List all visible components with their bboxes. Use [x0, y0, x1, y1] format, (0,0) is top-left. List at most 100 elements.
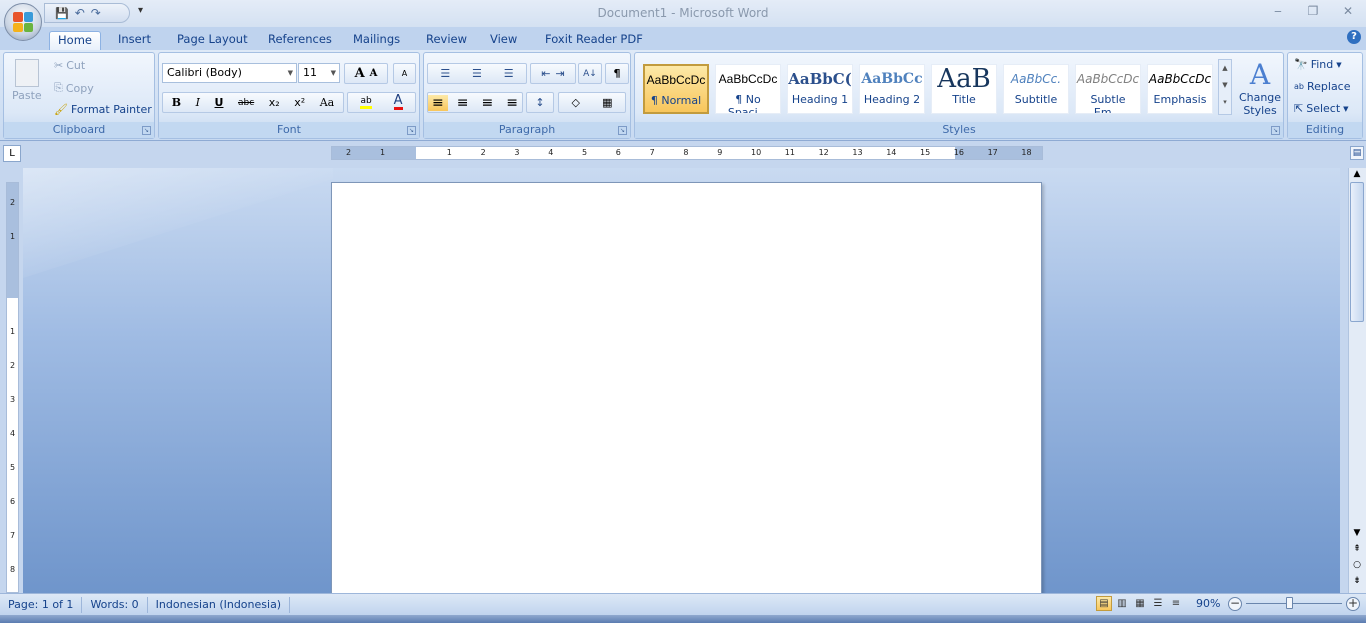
bold-button[interactable]: B	[172, 96, 181, 109]
style-heading-2[interactable]: AaBbCc Heading 2	[859, 64, 925, 114]
change-styles-button[interactable]: A Change Styles	[1238, 59, 1282, 118]
ruler-number: 1	[10, 327, 16, 336]
show-formatting-marks-button[interactable]: ¶	[605, 63, 629, 84]
style-name: Emphasis	[1153, 93, 1207, 106]
page-count[interactable]: Page: 1 of 1	[0, 596, 83, 613]
scroll-down-icon[interactable]: ▼	[1219, 77, 1231, 94]
align-left-button[interactable]: ≡	[428, 94, 448, 111]
scroll-up-icon[interactable]: ▲	[1219, 60, 1231, 77]
browse-object-icon[interactable]: ○	[1350, 560, 1364, 570]
multilevel-list-button[interactable]: ☰	[504, 67, 514, 80]
tab-references[interactable]: References	[260, 31, 340, 50]
clipboard-launcher-icon[interactable]: ↘	[142, 126, 151, 135]
font-color-button[interactable]: A	[393, 94, 403, 110]
align-right-button[interactable]: ≡	[478, 95, 498, 111]
style-name: Subtitle	[1014, 93, 1058, 106]
style-preview: AaBbC(	[788, 70, 852, 88]
horizontal-ruler[interactable]: 2 1 1 2 3 4 5 6 7 8 9 10 11 12 13 14 15 16 17 18	[331, 146, 1043, 160]
restore-button[interactable]: ❐	[1302, 4, 1324, 18]
borders-button[interactable]: ▦	[602, 96, 612, 109]
cut-button[interactable]: ✂ Cut	[54, 59, 85, 72]
center-button[interactable]: ≡	[453, 95, 473, 111]
line-spacing-button[interactable]: ↕	[526, 92, 554, 113]
bullets-button[interactable]: ☰	[440, 67, 450, 80]
superscript-button[interactable]: x²	[294, 96, 305, 109]
italic-button[interactable]: I	[196, 96, 200, 109]
numbering-button[interactable]: ☰	[472, 67, 482, 80]
tab-page-layout[interactable]: Page Layout	[169, 31, 256, 50]
clipboard-group: Paste ✂ Cut ⎘ Copy 🖌 Format Painter Clipboa…	[3, 52, 155, 139]
document-page[interactable]	[331, 182, 1042, 594]
zoom-slider[interactable]	[1246, 603, 1342, 604]
copy-icon: ⎘	[54, 81, 63, 94]
zoom-level[interactable]: 90%	[1196, 597, 1220, 610]
decrease-indent-button[interactable]: ⇤	[541, 67, 550, 80]
style-subtitle[interactable]: AaBbCc. Subtitle	[1003, 64, 1069, 114]
binoculars-icon: 🔭	[1294, 58, 1308, 71]
view-ruler-icon[interactable]: ▤	[1350, 146, 1364, 160]
zoom-out-button[interactable]: −	[1228, 597, 1242, 611]
tab-home[interactable]: Home	[49, 31, 101, 50]
tab-view[interactable]: View	[482, 31, 525, 50]
more-styles-icon[interactable]: ▾	[1219, 94, 1231, 111]
styles-group-label: Styles	[635, 122, 1283, 138]
tab-mailings[interactable]: Mailings	[345, 31, 408, 50]
scroll-up-icon[interactable]: ▲	[1350, 169, 1364, 179]
zoom-slider-thumb[interactable]	[1285, 597, 1293, 609]
clear-formatting-button[interactable]: A	[393, 63, 416, 84]
tab-stop-selector[interactable]: L	[3, 145, 21, 162]
sort-button[interactable]: A↓	[578, 63, 602, 84]
style-heading-1[interactable]: AaBbC(Heading 1	[787, 64, 853, 114]
outline-icon[interactable]: ☰	[1150, 596, 1166, 611]
replace-button[interactable]: ab Replace	[1294, 80, 1351, 93]
styles-launcher-icon[interactable]: ↘	[1271, 126, 1280, 135]
zoom-in-button[interactable]: +	[1346, 597, 1360, 611]
strikethrough-button[interactable]: abc	[238, 98, 254, 108]
select-button[interactable]: ⇱ Select ▼	[1294, 102, 1349, 115]
draft-icon[interactable]: ≡	[1168, 596, 1184, 611]
next-page-icon[interactable]: ⇟	[1350, 576, 1364, 586]
font-size-select[interactable]: 11 ▼	[298, 63, 340, 83]
print-layout-icon[interactable]: ▤	[1096, 596, 1112, 611]
clipboard-group-label: Clipboard	[4, 122, 154, 138]
font-family-select[interactable]: Calibri (Body) ▼	[162, 63, 297, 83]
increase-indent-button[interactable]: ⇥	[556, 67, 565, 80]
format-painter-button[interactable]: 🖌 Format Painter	[54, 103, 152, 116]
style-subtle-emphasis[interactable]: AaBbCcDc Subtle Em...	[1075, 64, 1141, 114]
change-case-button[interactable]: Aa	[320, 96, 335, 109]
justify-button[interactable]: ≡	[502, 95, 522, 111]
language-indicator[interactable]: Indonesian (Indonesia)	[148, 596, 291, 613]
previous-page-icon[interactable]: ⇞	[1350, 544, 1364, 554]
full-screen-reading-icon[interactable]: ▥	[1114, 596, 1130, 611]
shrink-font-button[interactable]: A	[370, 68, 378, 79]
shading-borders-buttons: ◇ ▦	[558, 92, 626, 113]
scrollbar-thumb[interactable]	[1350, 182, 1364, 322]
help-icon[interactable]: ?	[1347, 30, 1361, 44]
word-count[interactable]: Words: 0	[82, 596, 148, 613]
underline-button[interactable]: U	[215, 96, 224, 109]
minimize-button[interactable]: ‒	[1267, 4, 1289, 18]
font-launcher-icon[interactable]: ↘	[407, 126, 416, 135]
copy-button[interactable]: ⎘ Copy	[54, 81, 94, 95]
shading-button[interactable]: ◇	[572, 96, 580, 109]
highlight-button[interactable]: ab	[360, 96, 372, 109]
tab-foxit-reader-pdf[interactable]: Foxit Reader PDF	[537, 31, 651, 50]
grow-font-button[interactable]: A	[355, 66, 365, 81]
scroll-down-icon[interactable]: ▼	[1350, 528, 1364, 538]
close-button[interactable]: ✕	[1337, 4, 1359, 18]
find-button[interactable]: 🔭 Find ▼	[1294, 58, 1342, 71]
paragraph-launcher-icon[interactable]: ↘	[618, 126, 627, 135]
tab-review[interactable]: Review	[418, 31, 475, 50]
style-no-spacing[interactable]: AaBbCcDc ¶ No Spaci...	[715, 64, 781, 114]
style-title[interactable]: AaB Title	[931, 64, 997, 114]
style-emphasis[interactable]: AaBbCcDc Emphasis	[1147, 64, 1213, 114]
style-normal[interactable]: AaBbCcDc ¶ Normal	[643, 64, 709, 114]
web-layout-icon[interactable]: ▦	[1132, 596, 1148, 611]
font-group: Calibri (Body) ▼ 11 ▼ A A A B I U abc x₂ x…	[158, 52, 420, 139]
subscript-button[interactable]: x₂	[269, 96, 280, 109]
paste-button[interactable]: Paste	[12, 59, 42, 102]
office-button[interactable]	[4, 3, 42, 41]
tab-insert[interactable]: Insert	[110, 31, 159, 50]
styles-gallery-scroll[interactable]: ▲ ▼ ▾	[1218, 59, 1232, 115]
vertical-ruler[interactable]: 21123456789	[6, 182, 19, 608]
